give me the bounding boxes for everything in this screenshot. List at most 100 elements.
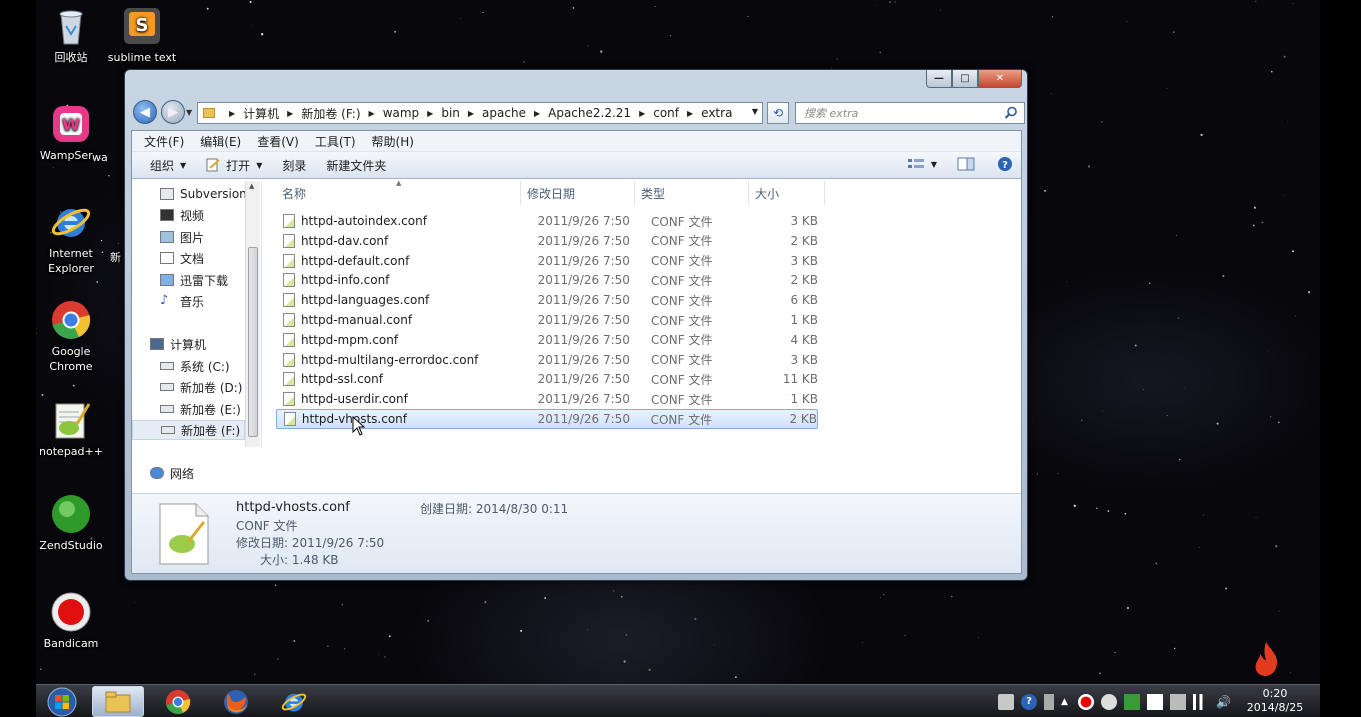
- chrome-tray-icon[interactable]: [1101, 694, 1117, 710]
- nav-item-drive-d[interactable]: 新加卷 (D:): [160, 377, 242, 397]
- nav-item-label: 新加卷 (F:): [181, 423, 241, 438]
- security-icon[interactable]: [1170, 694, 1186, 710]
- desktop-icon-google-chrome[interactable]: Google Chrome: [33, 298, 109, 374]
- menu-view[interactable]: 查看(V): [249, 133, 307, 150]
- file-row[interactable]: httpd-default.conf 2011/9/26 7:50 CONF 文件 3…: [276, 251, 818, 271]
- breadcrumb-wamp[interactable]: wamp: [383, 106, 419, 120]
- chevron-right-icon[interactable]: ▶: [468, 109, 474, 118]
- file-row[interactable]: httpd-mpm.conf 2011/9/26 7:50 CONF 文件 4 KB: [276, 330, 818, 350]
- chevron-right-icon[interactable]: ▶: [369, 109, 375, 118]
- organize-button[interactable]: 组织 ▼: [140, 157, 196, 174]
- breadcrumb-conf[interactable]: conf: [653, 106, 679, 120]
- file-row[interactable]: httpd-info.conf 2011/9/26 7:50 CONF 文件 2 KB: [276, 270, 818, 290]
- column-size[interactable]: 大小: [749, 181, 825, 205]
- preview-pane-icon[interactable]: [957, 157, 975, 171]
- file-row[interactable]: httpd-languages.conf 2011/9/26 7:50 CONF 文…: [276, 290, 818, 310]
- nav-item-drive-f[interactable]: 新加卷 (F:): [132, 420, 245, 440]
- scroll-up-icon[interactable]: ▲: [249, 182, 254, 190]
- taskbar-chrome[interactable]: [152, 686, 204, 717]
- breadcrumb-bin[interactable]: bin: [441, 106, 460, 120]
- taskbar-explorer[interactable]: [92, 686, 144, 717]
- column-date-modified[interactable]: 修改日期: [521, 181, 635, 205]
- breadcrumb-drive-f[interactable]: 新加卷 (F:): [301, 105, 360, 122]
- refresh-button[interactable]: ⟲: [767, 102, 789, 124]
- start-button[interactable]: [36, 686, 88, 717]
- file-name: httpd-languages.conf: [300, 293, 430, 308]
- help-tray-icon[interactable]: ?: [1021, 694, 1037, 710]
- wamp-tray-icon[interactable]: [1124, 694, 1140, 710]
- nav-item-music[interactable]: ♪ 音乐: [160, 291, 204, 311]
- search-input[interactable]: 搜索 extra: [795, 102, 1025, 124]
- nav-item-pictures[interactable]: 图片: [160, 227, 204, 247]
- file-row[interactable]: httpd-userdir.conf 2011/9/26 7:50 CONF 文件 1…: [276, 389, 818, 409]
- scrollbar-thumb[interactable]: [248, 247, 258, 437]
- open-button[interactable]: 打开 ▼: [196, 157, 272, 174]
- chevron-right-icon[interactable]: ▶: [687, 109, 693, 118]
- network-signal-icon[interactable]: [1193, 694, 1209, 710]
- menu-help[interactable]: 帮助(H): [364, 133, 422, 150]
- chevron-right-icon[interactable]: ▶: [534, 109, 540, 118]
- new-folder-button[interactable]: 新建文件夹: [316, 157, 396, 174]
- desktop-icon-sublime-text[interactable]: S sublime text: [104, 4, 180, 65]
- close-button[interactable]: ✕: [978, 70, 1022, 88]
- address-bar[interactable]: ▶ 计算机 ▶ 新加卷 (F:) ▶ wamp ▶ bin ▶ apache ▶…: [197, 102, 763, 124]
- nav-item-computer[interactable]: 计算机: [150, 334, 206, 354]
- nav-item-drive-c[interactable]: 系统 (C:): [160, 356, 230, 376]
- chevron-right-icon[interactable]: ▶: [639, 109, 645, 118]
- open-file-icon: [206, 158, 220, 172]
- desktop-icon-partial[interactable]: wa: [92, 134, 122, 165]
- taskbar-internet-explorer[interactable]: [268, 686, 320, 717]
- desktop-icon-zend-studio[interactable]: ZendStudio: [33, 492, 109, 553]
- chevron-right-icon[interactable]: ▶: [427, 109, 433, 118]
- desktop-icon-notepad-plus-plus[interactable]: notepad++: [33, 398, 109, 459]
- menu-edit[interactable]: 编辑(E): [192, 133, 249, 150]
- input-method-icon[interactable]: [1044, 694, 1054, 710]
- address-dropdown-icon[interactable]: ▼: [752, 107, 758, 116]
- burn-button[interactable]: 刻录: [272, 157, 316, 174]
- file-row[interactable]: httpd-manual.conf 2011/9/26 7:50 CONF 文件 1 …: [276, 310, 818, 330]
- desktop-icon-recycle-bin[interactable]: 回收站: [33, 4, 109, 65]
- maximize-button[interactable]: □: [952, 70, 978, 88]
- search-icon[interactable]: [1004, 106, 1018, 120]
- back-button[interactable]: ◀: [133, 100, 157, 124]
- minimize-button[interactable]: —: [926, 70, 952, 88]
- menu-tools[interactable]: 工具(T): [307, 133, 364, 150]
- file-row[interactable]: httpd-autoindex.conf 2011/9/26 7:50 CONF 文…: [276, 211, 818, 231]
- bandicam-tray-icon[interactable]: [1078, 694, 1094, 710]
- chevron-right-icon[interactable]: ▶: [287, 109, 293, 118]
- nav-pane-scrollbar[interactable]: ▲: [245, 181, 260, 447]
- nav-item-network[interactable]: 网络: [150, 463, 194, 483]
- desktop-icon-partial-2[interactable]: 新: [110, 250, 124, 265]
- file-size: 2 KB: [790, 233, 818, 248]
- view-options-icon[interactable]: [907, 157, 925, 171]
- nav-item-thunder-downloads[interactable]: 迅雷下载: [160, 270, 228, 290]
- desktop-icon-bandicam[interactable]: Bandicam: [33, 590, 109, 651]
- file-row[interactable]: httpd-ssl.conf 2011/9/26 7:50 CONF 文件 11 KB: [276, 369, 818, 389]
- desktop-icon-internet-explorer[interactable]: Internet Explorer: [33, 200, 109, 276]
- nav-item-documents[interactable]: 文档: [160, 248, 204, 268]
- nav-item-label: 新加卷 (D:): [180, 380, 243, 395]
- breadcrumb-apache2221[interactable]: Apache2.2.21: [548, 106, 631, 120]
- taskbar-firefox[interactable]: [210, 686, 262, 717]
- show-hidden-icons[interactable]: ▲: [1061, 694, 1071, 710]
- volume-icon[interactable]: 🔊: [1216, 694, 1232, 710]
- view-dropdown-icon[interactable]: ▼: [931, 160, 937, 169]
- flag-icon[interactable]: [1147, 694, 1163, 710]
- file-row[interactable]: httpd-dav.conf 2011/9/26 7:50 CONF 文件 2 KB: [276, 231, 818, 251]
- breadcrumb-apache[interactable]: apache: [482, 106, 526, 120]
- breadcrumb-extra[interactable]: extra: [701, 106, 732, 120]
- clock[interactable]: 0:20 2014/8/25: [1240, 687, 1310, 715]
- forward-button[interactable]: ▶: [161, 100, 185, 124]
- chevron-right-icon[interactable]: ▶: [229, 109, 235, 118]
- breadcrumb-computer[interactable]: 计算机: [243, 105, 279, 122]
- keyboard-icon[interactable]: [998, 694, 1014, 710]
- nav-item-videos[interactable]: 视频: [160, 205, 204, 225]
- recent-pages-dropdown[interactable]: ▼: [186, 108, 192, 117]
- menu-file[interactable]: 文件(F): [136, 133, 192, 150]
- caption-buttons: — □ ✕: [926, 70, 1022, 88]
- nav-item-drive-e[interactable]: 新加卷 (E:): [160, 399, 241, 419]
- help-icon[interactable]: ?: [997, 156, 1013, 172]
- file-row[interactable]: httpd-multilang-errordoc.conf 2011/9/26 7…: [276, 350, 818, 370]
- column-type[interactable]: 类型: [635, 181, 749, 205]
- nav-item-subversion[interactable]: Subversion: [160, 184, 247, 204]
